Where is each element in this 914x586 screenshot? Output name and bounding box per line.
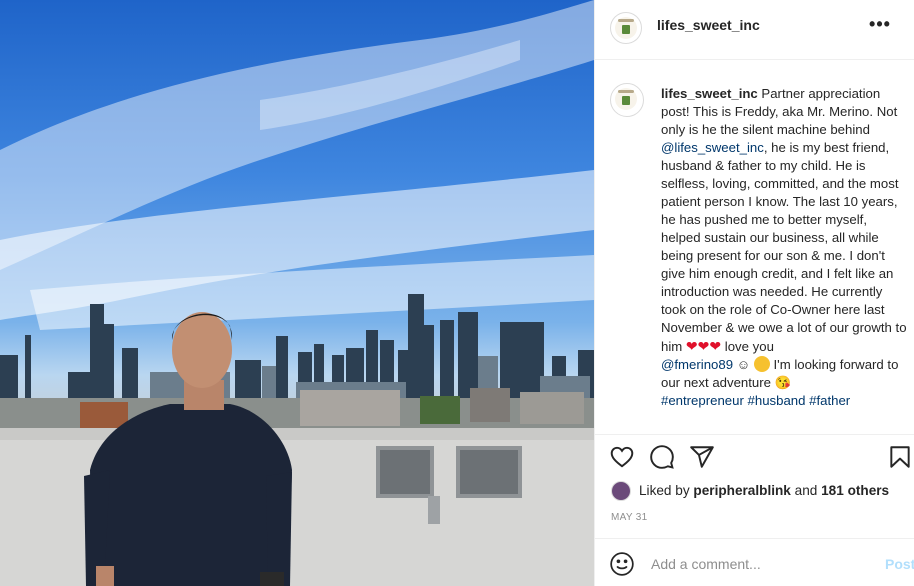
caption-avatar[interactable] bbox=[610, 83, 644, 117]
likes-prefix: Liked by bbox=[639, 483, 694, 498]
hug-emoji-icon bbox=[753, 356, 770, 372]
smiley-icon[interactable] bbox=[609, 551, 635, 577]
likes-summary: Liked by peripheralblink and 181 others bbox=[611, 480, 911, 502]
hashtag-link[interactable]: #father bbox=[809, 393, 850, 408]
liker-username[interactable]: peripheralblink bbox=[693, 483, 790, 498]
share-icon[interactable] bbox=[689, 444, 719, 474]
liker-avatar[interactable] bbox=[611, 481, 631, 501]
comment-input[interactable] bbox=[651, 555, 871, 573]
avatar-script-mark bbox=[618, 19, 634, 22]
post-photo[interactable] bbox=[0, 0, 594, 586]
caption-part-2: , he is my best friend, husband & father… bbox=[661, 140, 907, 354]
action-bar bbox=[595, 440, 914, 480]
caption-section: lifes_sweet_inc Partner appreciation pos… bbox=[595, 61, 914, 435]
photo-illustration bbox=[0, 0, 594, 586]
account-avatar[interactable] bbox=[610, 12, 642, 44]
caption-part-3: love you bbox=[721, 339, 774, 354]
hashtag-link[interactable]: #husband bbox=[748, 393, 806, 408]
caption-text: lifes_sweet_inc Partner appreciation pos… bbox=[661, 85, 909, 410]
mention-link[interactable]: @lifes_sweet_inc bbox=[661, 140, 764, 155]
comment-icon[interactable] bbox=[649, 444, 679, 474]
hashtag-link[interactable]: #entrepreneur bbox=[661, 393, 744, 408]
likes-others-link[interactable]: 181 others bbox=[821, 483, 889, 498]
likes-text: Liked by peripheralblink and 181 others bbox=[639, 483, 889, 498]
avatar-cup-mark bbox=[622, 96, 630, 105]
post-date[interactable]: MAY 31 bbox=[611, 512, 647, 523]
comment-bar: Post bbox=[595, 538, 914, 586]
avatar-cup-mark bbox=[622, 25, 630, 34]
caption-username[interactable]: lifes_sweet_inc bbox=[661, 86, 758, 101]
account-username[interactable]: lifes_sweet_inc bbox=[657, 17, 760, 33]
likes-middle: and bbox=[790, 483, 822, 498]
smile-emoji: ☺ bbox=[733, 357, 751, 372]
bookmark-icon[interactable] bbox=[887, 444, 914, 474]
more-icon[interactable]: ••• bbox=[865, 14, 895, 38]
avatar-script-mark bbox=[618, 90, 634, 93]
heart-icon[interactable] bbox=[609, 444, 639, 474]
post-comment-button[interactable]: Post bbox=[885, 556, 914, 572]
wink-emoji: 😘 bbox=[774, 375, 792, 390]
post-header: lifes_sweet_inc ••• bbox=[595, 0, 914, 60]
mention-link[interactable]: @fmerino89 bbox=[661, 357, 733, 372]
hearts-emoji: ❤❤❤ bbox=[685, 338, 722, 354]
post-side-panel: lifes_sweet_inc ••• lifes_sweet_inc Part… bbox=[594, 0, 914, 586]
